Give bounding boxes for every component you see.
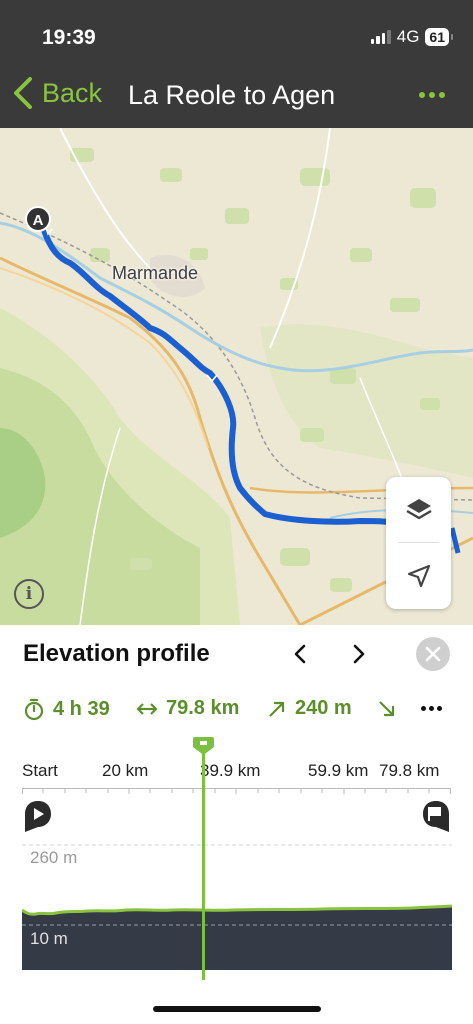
info-icon[interactable]: i bbox=[14, 579, 44, 609]
layers-icon bbox=[405, 499, 432, 520]
position-scrubber[interactable] bbox=[202, 743, 205, 980]
duration-value: 4 h 39 bbox=[53, 697, 110, 720]
start-pin[interactable] bbox=[23, 799, 53, 838]
status-time: 19:39 bbox=[42, 26, 96, 49]
locate-arrow-icon bbox=[407, 564, 430, 588]
stopwatch-icon bbox=[24, 698, 44, 721]
network-type: 4G bbox=[396, 27, 420, 46]
back-label: Back bbox=[42, 77, 103, 108]
next-button[interactable] bbox=[347, 641, 371, 667]
scale-tick-80: 79.8 km bbox=[379, 761, 440, 780]
chevron-right-icon bbox=[353, 644, 365, 664]
chevron-left-icon bbox=[294, 644, 306, 664]
locate-button[interactable] bbox=[386, 543, 451, 609]
battery-icon: 61 bbox=[425, 28, 453, 46]
route-stats: 4 h 39 79.8 km 240 m bbox=[23, 697, 453, 723]
back-button[interactable]: Back bbox=[12, 76, 102, 110]
layers-button[interactable] bbox=[386, 477, 451, 543]
elevation-max-label: 260 m bbox=[30, 848, 78, 867]
more-dots-icon[interactable] bbox=[421, 706, 442, 711]
ascent-value: 240 m bbox=[295, 697, 352, 719]
route-start-marker[interactable]: A bbox=[25, 206, 51, 232]
arrow-up-right-icon bbox=[269, 701, 285, 717]
home-indicator bbox=[153, 1006, 321, 1012]
distance-scale: Start 20 km 39.9 km 59.9 km 79.8 km bbox=[22, 761, 451, 794]
elevation-chart[interactable] bbox=[22, 835, 452, 971]
page-title: La Reole to Agen bbox=[128, 80, 336, 110]
horizontal-arrows-icon bbox=[136, 702, 158, 715]
route-map[interactable]: Marmande A i bbox=[0, 128, 473, 625]
scale-minor-ticks bbox=[22, 788, 451, 794]
scale-tick-start: Start bbox=[22, 761, 58, 780]
scale-tick-20: 20 km bbox=[102, 761, 149, 780]
more-dots-icon[interactable] bbox=[419, 92, 445, 98]
map-controls bbox=[386, 477, 451, 609]
elevation-min-label: 10 m bbox=[30, 929, 68, 948]
close-button[interactable] bbox=[416, 637, 450, 671]
map-place-label: Marmande bbox=[112, 263, 199, 283]
elevation-panel: Elevation profile 4 h 39 79.8 km 240 m S… bbox=[0, 625, 473, 1024]
stat-distance: 79.8 km bbox=[136, 697, 239, 720]
stat-duration: 4 h 39 bbox=[23, 697, 110, 721]
distance-value: 79.8 km bbox=[166, 697, 240, 719]
scale-tick-60: 59.9 km bbox=[308, 761, 369, 780]
prev-button[interactable] bbox=[288, 641, 312, 667]
scrubber-handle[interactable] bbox=[193, 737, 214, 755]
arrow-down-right-icon bbox=[379, 701, 395, 717]
stat-ascent: 240 m bbox=[267, 697, 352, 720]
panel-title: Elevation profile bbox=[23, 640, 210, 667]
close-icon bbox=[425, 646, 441, 662]
scale-tick-40: 39.9 km bbox=[200, 761, 261, 780]
play-pin-icon bbox=[25, 801, 51, 832]
finish-pin[interactable] bbox=[421, 799, 451, 838]
signal-icon bbox=[370, 30, 391, 44]
chevron-left-icon bbox=[14, 77, 32, 109]
status-indicators: 4G 61 bbox=[370, 27, 453, 47]
app-header: 19:39 4G 61 Back La Reole to Agen bbox=[0, 0, 473, 128]
flag-pin-icon bbox=[423, 801, 449, 832]
